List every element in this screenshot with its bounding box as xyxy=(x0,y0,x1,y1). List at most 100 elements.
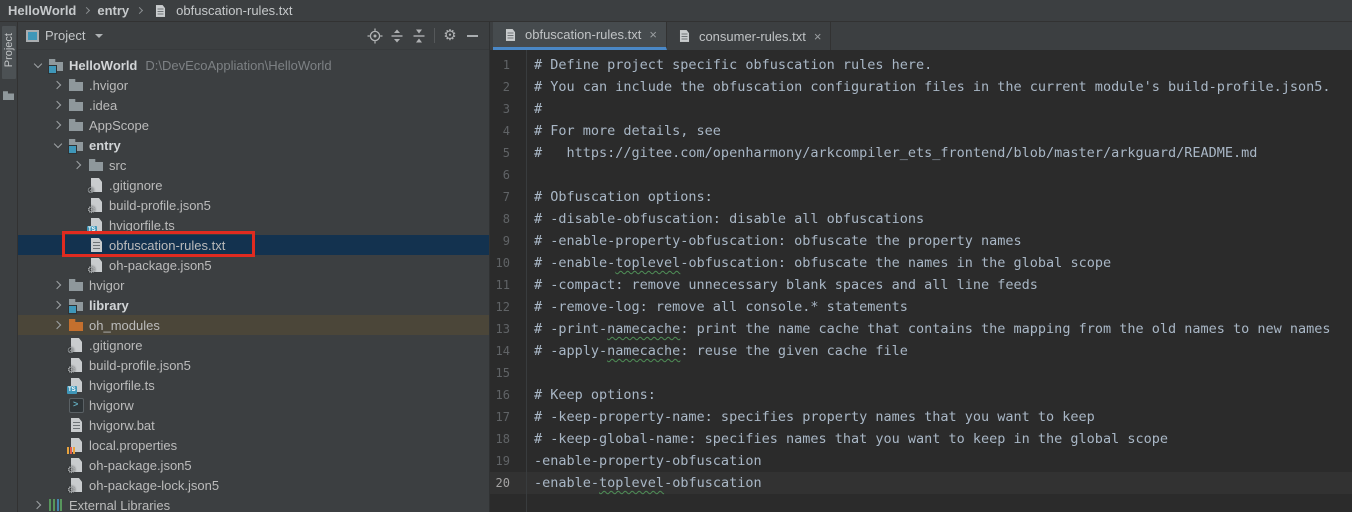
tree-row[interactable]: hvigorw.bat xyxy=(18,415,489,435)
chevron-icon[interactable] xyxy=(50,337,66,353)
code-text: # -print-namecache: print the name cache… xyxy=(518,318,1331,340)
editor-line[interactable]: 18 # -keep-global-name: specifies names … xyxy=(490,428,1352,450)
tree-row[interactable]: External Libraries xyxy=(18,495,489,512)
project-view-selector[interactable]: Project xyxy=(45,28,85,43)
breadcrumb-module[interactable]: entry xyxy=(97,3,129,18)
editor-line[interactable]: 1 # Define project specific obfuscation … xyxy=(490,54,1352,76)
tree-row[interactable]: build-profile.json5 xyxy=(18,195,489,215)
file-json5-icon xyxy=(68,357,85,373)
close-icon[interactable]: × xyxy=(814,29,822,44)
chevron-icon[interactable] xyxy=(70,257,86,273)
chevron-icon[interactable] xyxy=(70,217,86,233)
chevron-icon[interactable] xyxy=(50,117,66,133)
chevron-icon[interactable] xyxy=(70,177,86,193)
chevron-icon[interactable] xyxy=(50,317,66,333)
locate-file-icon[interactable] xyxy=(364,25,386,47)
tree-row[interactable]: .idea xyxy=(18,95,489,115)
chevron-icon[interactable] xyxy=(50,437,66,453)
file-txt-icon xyxy=(68,417,85,433)
chevron-icon[interactable] xyxy=(70,237,86,253)
tree-row[interactable]: oh-package.json5 xyxy=(18,255,489,275)
line-number: 7 xyxy=(490,186,518,208)
editor-line[interactable]: 7 # Obfuscation options: xyxy=(490,186,1352,208)
chevron-icon[interactable] xyxy=(30,497,46,512)
chevron-icon[interactable] xyxy=(50,297,66,313)
tree-row[interactable]: .gitignore xyxy=(18,335,489,355)
chevron-icon[interactable] xyxy=(50,477,66,493)
tree-row[interactable]: src xyxy=(18,155,489,175)
tree-row[interactable]: library xyxy=(18,295,489,315)
tree-row[interactable]: oh_modules xyxy=(18,315,489,335)
editor-line[interactable]: 4 # For more details, see xyxy=(490,120,1352,142)
line-number: 18 xyxy=(490,428,518,450)
chevron-icon[interactable] xyxy=(70,157,86,173)
chevron-icon[interactable] xyxy=(50,277,66,293)
file-ts-icon xyxy=(88,217,105,233)
editor-line[interactable]: 14 # -apply-namecache: reuse the given c… xyxy=(490,340,1352,362)
breadcrumb-project[interactable]: HelloWorld xyxy=(8,3,76,18)
tree-row[interactable]: HelloWorld D:\DevEcoAppliation\HelloWorl… xyxy=(18,55,489,75)
line-number: 12 xyxy=(490,296,518,318)
editor-line[interactable]: 2 # You can include the obfuscation conf… xyxy=(490,76,1352,98)
tree-row[interactable]: hvigorfile.ts xyxy=(18,215,489,235)
editor-line[interactable]: 8 # -disable-obfuscation: disable all ob… xyxy=(490,208,1352,230)
chevron-icon[interactable] xyxy=(70,197,86,213)
editor-line[interactable]: 11 # -compact: remove unnecessary blank … xyxy=(490,274,1352,296)
editor-line[interactable]: 9 # -enable-property-obfuscation: obfusc… xyxy=(490,230,1352,252)
chevron-down-icon[interactable] xyxy=(95,34,103,38)
tree-row[interactable]: AppScope xyxy=(18,115,489,135)
chevron-icon[interactable] xyxy=(50,77,66,93)
chevron-icon[interactable] xyxy=(50,457,66,473)
tree-row[interactable]: oh-package.json5 xyxy=(18,455,489,475)
chevron-icon[interactable] xyxy=(50,137,66,153)
tree-row[interactable]: .hvigor xyxy=(18,75,489,95)
folder-icon[interactable] xyxy=(3,91,14,100)
editor-line[interactable]: 13 # -print-namecache: print the name ca… xyxy=(490,318,1352,340)
tree-item-label: hvigorfile.ts xyxy=(109,218,175,233)
editor-line[interactable]: 17 # -keep-property-name: specifies prop… xyxy=(490,406,1352,428)
editor-line[interactable]: 12 # -remove-log: remove all console.* s… xyxy=(490,296,1352,318)
breadcrumb-file[interactable]: obfuscation-rules.txt xyxy=(176,3,292,18)
chevron-icon[interactable] xyxy=(50,97,66,113)
tree-row[interactable]: hvigor xyxy=(18,275,489,295)
expand-all-icon[interactable] xyxy=(386,25,408,47)
tab-label: consumer-rules.txt xyxy=(699,29,806,44)
chevron-icon[interactable] xyxy=(50,377,66,393)
editor-line[interactable]: 19 -enable-property-obfuscation xyxy=(490,450,1352,472)
tab-obfuscation-rules[interactable]: obfuscation-rules.txt × xyxy=(493,22,667,50)
editor-line[interactable]: 15 xyxy=(490,362,1352,384)
tree-row[interactable]: hvigorfile.ts xyxy=(18,375,489,395)
tree-item-label: AppScope xyxy=(89,118,149,133)
tree-item-label: oh-package.json5 xyxy=(109,258,212,273)
chevron-icon[interactable] xyxy=(50,417,66,433)
collapse-all-icon[interactable] xyxy=(408,25,430,47)
editor-line[interactable]: 16 # Keep options: xyxy=(490,384,1352,406)
tree-row[interactable]: local.properties xyxy=(18,435,489,455)
tree-row[interactable]: entry xyxy=(18,135,489,155)
toolbar-separator xyxy=(434,28,435,43)
editor-line[interactable]: 6 xyxy=(490,164,1352,186)
code-editor[interactable]: 1 # Define project specific obfuscation … xyxy=(490,50,1352,512)
chevron-icon[interactable] xyxy=(50,357,66,373)
code-text: # -compact: remove unnecessary blank spa… xyxy=(518,274,1038,296)
tree-row[interactable]: build-profile.json5 xyxy=(18,355,489,375)
hide-panel-icon[interactable] xyxy=(461,25,483,47)
tree-row[interactable]: hvigorw xyxy=(18,395,489,415)
line-number: 10 xyxy=(490,252,518,274)
editor-line[interactable]: 5 # https://gitee.com/openharmony/arkcom… xyxy=(490,142,1352,164)
tree-row[interactable]: obfuscation-rules.txt xyxy=(18,235,489,255)
close-icon[interactable]: × xyxy=(649,27,657,42)
editor-line[interactable]: 20 -enable-toplevel-obfuscation xyxy=(490,472,1352,494)
line-number: 1 xyxy=(490,54,518,76)
code-text: # You can include the obfuscation config… xyxy=(518,76,1331,98)
chevron-icon[interactable] xyxy=(50,397,66,413)
chevron-icon[interactable] xyxy=(30,57,46,73)
tree-row[interactable]: .gitignore xyxy=(18,175,489,195)
editor-line[interactable]: 3 # xyxy=(490,98,1352,120)
editor-line[interactable]: 10 # -enable-toplevel-obfuscation: obfus… xyxy=(490,252,1352,274)
tab-consumer-rules[interactable]: consumer-rules.txt × xyxy=(667,22,832,50)
folder-orange-icon xyxy=(68,317,85,333)
project-tool-window-button[interactable]: Project xyxy=(2,26,16,79)
settings-gear-icon[interactable]: ⚙ xyxy=(439,25,461,47)
tree-row[interactable]: oh-package-lock.json5 xyxy=(18,475,489,495)
